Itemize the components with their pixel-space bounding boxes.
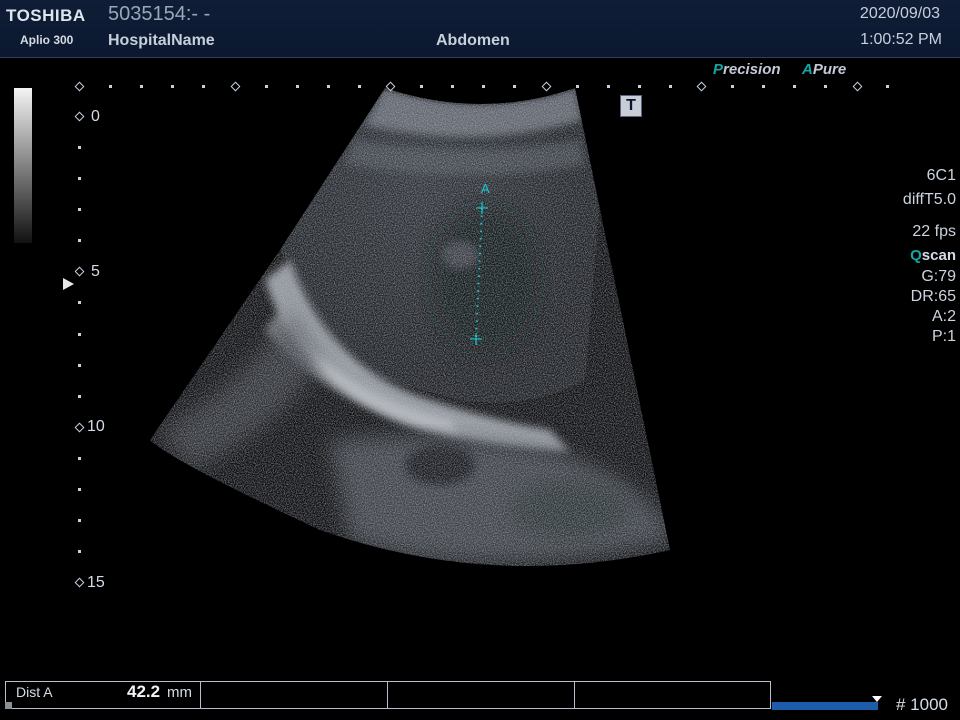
brand-logo: TOSHIBA — [6, 6, 86, 25]
fps-label: 22 fps — [912, 223, 956, 240]
depth-minor-tick — [78, 177, 81, 181]
scale-minor-tick — [326, 85, 330, 88]
scale-major-tick — [74, 81, 85, 92]
depth-label-15: 15 — [87, 574, 105, 591]
precision-mode-label: Precision — [713, 61, 781, 78]
scale-minor-tick — [731, 85, 735, 88]
measurement-cell-empty[interactable] — [201, 682, 388, 708]
depth-label-5: 5 — [91, 263, 100, 280]
scale-minor-tick — [575, 85, 579, 88]
scale-minor-tick — [637, 85, 641, 88]
gain-label: G:79 — [921, 268, 956, 285]
focus-marker-icon[interactable] — [63, 278, 74, 290]
depth-label-10: 10 — [87, 418, 105, 435]
dist-unit: mm — [167, 684, 192, 701]
patient-id: 5035154:- - — [108, 3, 211, 25]
depth-major-tick — [74, 577, 85, 588]
dist-label: Dist A — [16, 684, 53, 700]
depth-minor-tick — [78, 208, 81, 212]
device-model: Aplio 300 — [20, 33, 74, 47]
depth-major-tick — [74, 266, 85, 277]
measurement-cell-dist-a[interactable]: Dist A 42.2 mm — [6, 682, 201, 708]
exam-type: Abdomen — [436, 32, 510, 49]
scale-minor-tick — [451, 85, 455, 88]
scale-minor-tick — [762, 85, 766, 88]
measurement-cell-empty[interactable] — [575, 682, 770, 708]
depth-minor-tick — [78, 394, 81, 398]
hospital-name: HospitalName — [108, 32, 215, 49]
scale-minor-tick — [793, 85, 797, 88]
measurement-results-box: Dist A 42.2 mm — [5, 681, 771, 709]
measurement-cell-empty[interactable] — [388, 682, 575, 708]
a-value-label: A:2 — [931, 308, 956, 325]
depth-major-tick — [74, 111, 85, 122]
scale-minor-tick — [482, 85, 486, 88]
preset-label: diffT5.0 — [902, 191, 956, 208]
depth-minor-tick — [78, 519, 81, 523]
scale-minor-tick — [109, 85, 113, 88]
depth-minor-tick — [78, 332, 81, 336]
ultrasound-image[interactable] — [130, 80, 710, 600]
dynamic-range-label: DR:65 — [910, 288, 956, 305]
scale-minor-tick — [886, 85, 889, 88]
p-value-label: P:1 — [931, 328, 956, 345]
depth-major-tick — [74, 422, 85, 433]
scale-minor-tick — [295, 85, 299, 88]
scale-minor-tick — [420, 85, 424, 88]
exam-date: 2020/09/03 — [859, 5, 940, 22]
caliper-label: A — [481, 181, 490, 196]
probe-label: 6C1 — [926, 167, 956, 184]
depth-minor-tick — [78, 363, 81, 367]
header-bar: TOSHIBA Aplio 300 5035154:- - HospitalNa… — [0, 0, 960, 58]
cine-position-marker-icon[interactable] — [872, 696, 882, 702]
scale-minor-tick — [668, 85, 672, 88]
qscan-label: Qscan — [910, 247, 956, 264]
depth-minor-tick — [78, 239, 81, 243]
scale-major-tick — [852, 81, 862, 92]
depth-minor-tick — [78, 146, 81, 150]
scale-minor-tick — [171, 85, 175, 88]
scale-minor-tick — [140, 85, 144, 88]
scale-minor-tick — [357, 85, 361, 88]
scale-minor-tick — [513, 85, 517, 88]
scale-minor-tick — [202, 85, 206, 88]
exam-time: 1:00:52 PM — [860, 31, 942, 48]
grayscale-bar — [14, 88, 32, 243]
cine-progress-bar[interactable] — [772, 702, 878, 710]
depth-minor-tick — [78, 301, 81, 305]
scale-minor-tick — [606, 85, 610, 88]
depth-minor-tick — [78, 550, 81, 554]
scale-minor-tick — [264, 85, 268, 88]
status-square — [5, 702, 12, 709]
depth-minor-tick — [78, 456, 81, 460]
depth-minor-tick — [78, 487, 81, 491]
apure-mode-label: APure — [802, 61, 847, 78]
frame-number: # 1000 — [896, 695, 948, 714]
scale-minor-tick — [824, 85, 828, 88]
dist-value: 42.2 — [127, 682, 161, 701]
depth-label-0: 0 — [91, 108, 100, 125]
